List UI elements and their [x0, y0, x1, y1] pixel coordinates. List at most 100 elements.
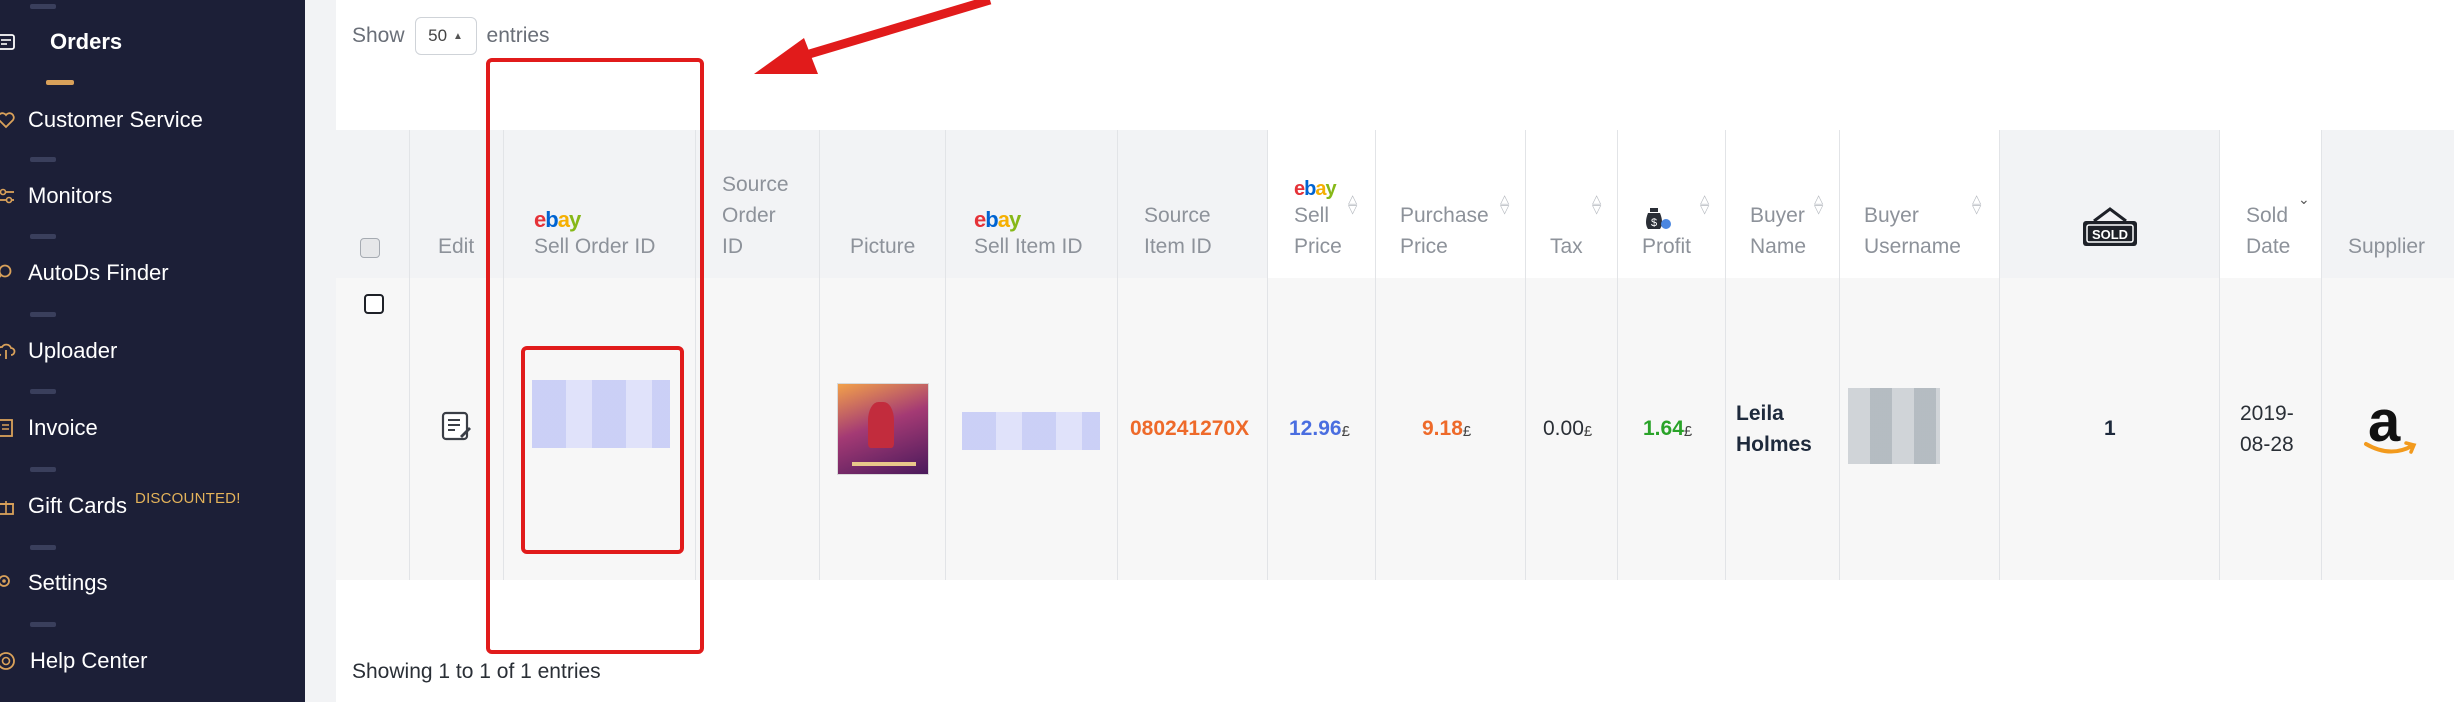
entries-summary: Showing 1 to 1 of 1 entries — [352, 660, 601, 683]
sell-price-value: 12.96 — [1289, 417, 1342, 440]
sidebar-item-invoice[interactable]: Invoice — [0, 408, 98, 448]
header-quantity-sold[interactable]: SOLD — [2080, 130, 2140, 278]
sidebar-item-monitors[interactable]: Monitors — [0, 176, 112, 216]
annotation-arrow-icon — [754, 0, 992, 74]
purchase-price-value: 9.18 — [1422, 417, 1463, 440]
nav-divider — [30, 157, 56, 162]
money-bag-icon: $ — [1642, 201, 1691, 231]
buyer-last-name: Holmes — [1736, 433, 1812, 456]
header-tax[interactable]: Tax — [1550, 130, 1583, 278]
sold-sign-icon: SOLD — [2080, 205, 2140, 258]
sort-desc-icon[interactable]: ⌄ — [2298, 192, 2310, 206]
sort-icon[interactable]: △ ▽ — [1592, 193, 1601, 215]
header-line: Name — [1750, 235, 1807, 258]
sidebar-item-help-center[interactable]: Help Center — [0, 641, 147, 681]
sidebar-item-label: Customer Service — [28, 107, 203, 132]
row-checkbox[interactable] — [364, 294, 384, 314]
ebay-logo: ebay — [974, 207, 1021, 232]
header-purchase-price[interactable]: Purchase Price — [1400, 130, 1489, 278]
orders-icon — [0, 30, 18, 54]
profit-cell: 1.64 £ — [1643, 278, 1692, 580]
ebay-logo: ebay — [1294, 178, 1337, 200]
header-source-item-id[interactable]: Source Item ID — [1144, 130, 1212, 278]
sidebar-item-autods-finder[interactable]: AutoDs Finder — [0, 253, 169, 293]
header-profit[interactable]: $ Profit — [1642, 130, 1691, 278]
quantity-value: 1 — [2104, 417, 2116, 440]
sold-date-line: 08-28 — [2240, 433, 2294, 456]
sidebar-item-label: Monitors — [28, 183, 113, 208]
sidebar-item-settings[interactable]: Settings — [0, 563, 108, 603]
sort-icon[interactable]: △ ▽ — [1500, 193, 1509, 215]
cover-figure — [868, 402, 894, 448]
tax-value: 0.00 — [1543, 417, 1584, 440]
sidebar-item-label: Gift Cards — [28, 493, 128, 518]
product-picture[interactable] — [837, 383, 929, 475]
sidebar-item-label: Invoice — [28, 415, 98, 440]
monitors-icon — [0, 184, 18, 208]
sort-icon[interactable]: △ ▽ — [1700, 193, 1709, 215]
header-sell-item-id[interactable]: ebay Sell Item ID — [974, 130, 1083, 278]
select-all-checkbox[interactable] — [360, 238, 380, 258]
sidebar: Orders Customer Service Monitors AutoDs … — [0, 0, 305, 702]
nav-divider — [30, 312, 56, 317]
quantity-cell: 1 — [2104, 278, 2116, 580]
header-line: Item ID — [1144, 235, 1212, 258]
header-line: Purchase — [1400, 204, 1489, 227]
header-line: Username — [1864, 235, 1961, 258]
header-sell-price[interactable]: ebay Sell Price — [1294, 130, 1342, 278]
supplier-cell: a — [2362, 278, 2418, 580]
header-line: Sold — [2246, 204, 2289, 227]
lifebuoy-icon — [0, 649, 18, 673]
nav-divider — [30, 389, 56, 394]
page-size-value: 50 — [428, 26, 448, 45]
nav-divider — [30, 467, 56, 472]
nav-divider — [30, 622, 56, 627]
sort-icon[interactable]: △ ▽ — [1814, 193, 1823, 215]
heart-icon — [0, 108, 18, 132]
search-icon — [0, 261, 18, 285]
sidebar-item-gift-cards[interactable]: Gift Cards DISCOUNTED! — [0, 486, 241, 526]
amazon-logo-icon[interactable]: a — [2362, 389, 2418, 462]
header-source-order-id[interactable]: Source Order ID — [722, 130, 789, 278]
currency-symbol: £ — [1341, 422, 1350, 440]
sell-item-id-value[interactable] — [962, 412, 1100, 450]
edit-icon[interactable] — [440, 410, 472, 448]
header-line: Price — [1294, 235, 1342, 258]
buyer-name-cell: Leila Holmes — [1736, 278, 1812, 580]
sidebar-item-uploader[interactable]: Uploader — [0, 331, 117, 371]
nav-divider — [30, 234, 56, 239]
sold-date-cell: 2019- 08-28 — [2240, 278, 2294, 580]
buyer-first-name: Leila — [1736, 402, 1784, 425]
buyer-username-value[interactable] — [1848, 388, 1940, 464]
header-profit-label: Profit — [1642, 235, 1692, 258]
invoice-icon — [0, 416, 18, 440]
header-sold-date[interactable]: Sold Date — [2246, 130, 2290, 278]
sidebar-item-label: Settings — [28, 570, 108, 595]
header-tax-label: Tax — [1550, 235, 1583, 258]
header-buyer-username[interactable]: Buyer Username — [1864, 130, 1961, 278]
header-edit: Edit — [438, 130, 474, 278]
sidebar-item-label: AutoDs Finder — [28, 260, 169, 285]
entries-label: entries — [486, 24, 550, 47]
header-line: ID — [722, 235, 743, 258]
currency-symbol: £ — [1683, 422, 1693, 440]
svg-text:$: $ — [1651, 217, 1657, 229]
header-line: Buyer — [1750, 204, 1805, 227]
sort-icon[interactable]: △ ▽ — [1348, 193, 1357, 215]
sidebar-item-customer-service[interactable]: Customer Service — [0, 100, 203, 140]
active-indicator — [46, 80, 74, 85]
svg-text:SOLD: SOLD — [2092, 227, 2128, 242]
sidebar-item-label: Uploader — [28, 338, 118, 363]
page-size-select[interactable]: 50 ▲ — [414, 17, 477, 55]
sort-icon[interactable]: △ ▽ — [1972, 193, 1981, 215]
header-line: Date — [2246, 235, 2291, 258]
nav-divider — [30, 4, 56, 9]
source-item-id-cell[interactable]: 080241270X — [1130, 278, 1249, 580]
sidebar-item-orders[interactable]: Orders — [0, 22, 122, 62]
sold-date-line: 2019- — [2240, 402, 2294, 425]
profit-value: 1.64 — [1643, 417, 1684, 440]
header-buyer-name[interactable]: Buyer Name — [1750, 130, 1806, 278]
select-all-cell — [360, 130, 380, 278]
header-line: Buyer — [1864, 204, 1919, 227]
sidebar-item-label: Help Center — [30, 648, 148, 673]
